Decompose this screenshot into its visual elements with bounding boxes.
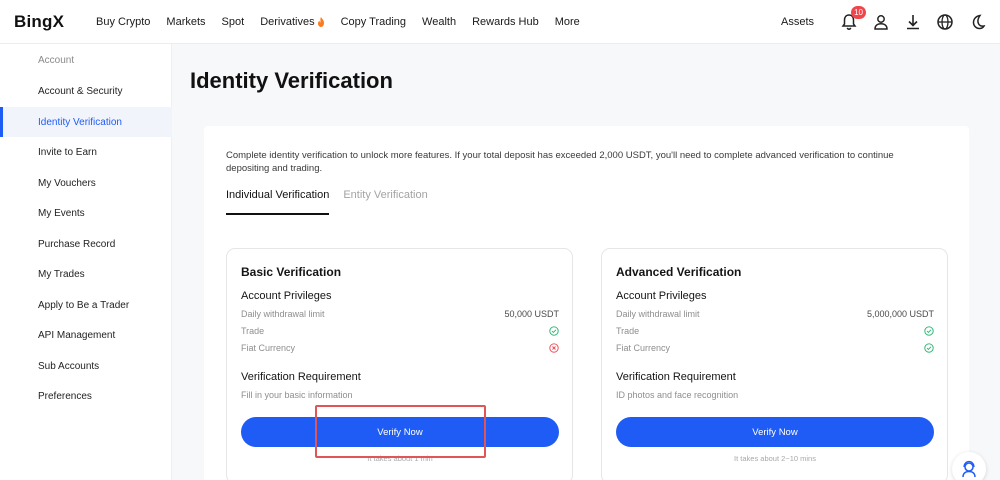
row-value: 50,000 USDT	[504, 309, 559, 319]
sidebar-item-sub-accounts[interactable]: Sub Accounts	[0, 351, 172, 381]
row-label: Daily withdrawal limit	[241, 309, 325, 319]
globe-icon	[937, 14, 953, 30]
row-value: 5,000,000 USDT	[866, 309, 934, 319]
check-icon	[924, 326, 934, 336]
requirement-title: Verification Requirement	[616, 371, 736, 383]
tab-individual-verification[interactable]: Individual Verification	[226, 189, 330, 215]
fiat-currency-row: Fiat Currency	[241, 343, 559, 353]
download-icon	[907, 15, 919, 30]
sidebar-item-purchase-record[interactable]: Purchase Record	[0, 229, 172, 259]
card-title: Advanced Verification	[616, 265, 742, 279]
time-note: It takes about 2~10 mins	[734, 454, 816, 463]
basic-verification-card: Basic Verification Account Privileges Da…	[226, 248, 573, 480]
nav-assets[interactable]: Assets	[781, 16, 814, 28]
withdrawal-limit-row: Daily withdrawal limit 5,000,000 USDT	[616, 309, 934, 319]
support-chat-button[interactable]	[952, 452, 986, 480]
nav-derivatives[interactable]: Derivatives	[260, 16, 324, 28]
sidebar-item-apply-trader[interactable]: Apply to Be a Trader	[0, 290, 172, 320]
nav-buy-crypto[interactable]: Buy Crypto	[96, 16, 150, 28]
card-title: Basic Verification	[241, 265, 342, 279]
sidebar-item-my-events[interactable]: My Events	[0, 198, 172, 228]
nav-menu: Buy Crypto Markets Spot Derivatives Copy…	[96, 0, 596, 44]
withdrawal-limit-row: Daily withdrawal limit 50,000 USDT	[241, 309, 559, 319]
page-title: Identity Verification	[190, 68, 393, 93]
fiat-currency-row: Fiat Currency	[616, 343, 934, 353]
requirement-desc: ID photos and face recognition	[616, 390, 739, 400]
privileges-title: Account Privileges	[616, 290, 707, 302]
verification-panel: Complete identity verification to unlock…	[204, 126, 969, 480]
notification-button[interactable]: 10	[840, 6, 866, 31]
intro-text: Complete identity verification to unlock…	[226, 150, 894, 174]
check-icon	[549, 326, 559, 336]
top-navigation: BingX Buy Crypto Markets Spot Derivative…	[0, 0, 1000, 44]
language-button[interactable]	[936, 13, 954, 31]
time-note: It takes about 1 min	[367, 454, 433, 463]
nav-rewards-hub[interactable]: Rewards Hub	[472, 16, 539, 28]
sidebar-item-account-security[interactable]: Account & Security	[0, 76, 172, 106]
row-label: Trade	[616, 326, 640, 336]
nav-spot[interactable]: Spot	[222, 16, 245, 28]
sidebar-item-my-trades[interactable]: My Trades	[0, 259, 172, 289]
verification-tabs: Individual Verification Entity Verificat…	[226, 189, 442, 215]
privileges-title: Account Privileges	[241, 290, 332, 302]
trade-row: Trade	[616, 326, 934, 336]
account-sidebar: Account Account & Security Identity Veri…	[0, 44, 172, 480]
bingx-logo[interactable]: BingX	[14, 12, 64, 32]
nav-derivatives-label: Derivatives	[260, 16, 315, 28]
trade-row: Trade	[241, 326, 559, 336]
nav-markets[interactable]: Markets	[166, 16, 205, 28]
nav-more[interactable]: More	[555, 16, 580, 28]
row-label: Daily withdrawal limit	[616, 309, 700, 319]
nav-copy-trading[interactable]: Copy Trading	[341, 16, 406, 28]
user-icon	[874, 15, 888, 30]
row-label: Trade	[241, 326, 265, 336]
user-button[interactable]	[872, 13, 890, 31]
advanced-verify-now-button[interactable]: Verify Now	[616, 417, 934, 447]
tab-entity-verification[interactable]: Entity Verification	[343, 189, 427, 215]
requirement-title: Verification Requirement	[241, 371, 361, 383]
main-content: Identity Verification Complete identity …	[172, 44, 1000, 480]
sidebar-heading: Account	[38, 55, 75, 66]
moon-icon	[972, 14, 986, 30]
sidebar-item-my-vouchers[interactable]: My Vouchers	[0, 168, 172, 198]
cross-icon	[549, 343, 559, 353]
support-agent-icon	[962, 460, 976, 478]
download-button[interactable]	[904, 13, 922, 31]
row-label: Fiat Currency	[241, 343, 296, 353]
sidebar-item-api-management[interactable]: API Management	[0, 320, 172, 350]
basic-verify-now-button[interactable]: Verify Now	[241, 417, 559, 447]
notification-badge: 10	[851, 6, 866, 19]
sidebar-item-invite-to-earn[interactable]: Invite to Earn	[0, 137, 172, 167]
check-icon	[924, 343, 934, 353]
sidebar-item-preferences[interactable]: Preferences	[0, 381, 172, 411]
advanced-verification-card: Advanced Verification Account Privileges…	[601, 248, 948, 480]
nav-right-actions: Assets 10	[781, 0, 986, 44]
row-label: Fiat Currency	[616, 343, 671, 353]
nav-wealth[interactable]: Wealth	[422, 16, 456, 28]
flame-icon	[317, 17, 324, 27]
theme-toggle-button[interactable]	[968, 13, 986, 31]
requirement-desc: Fill in your basic information	[241, 390, 353, 400]
sidebar-item-identity-verification[interactable]: Identity Verification	[0, 107, 172, 137]
